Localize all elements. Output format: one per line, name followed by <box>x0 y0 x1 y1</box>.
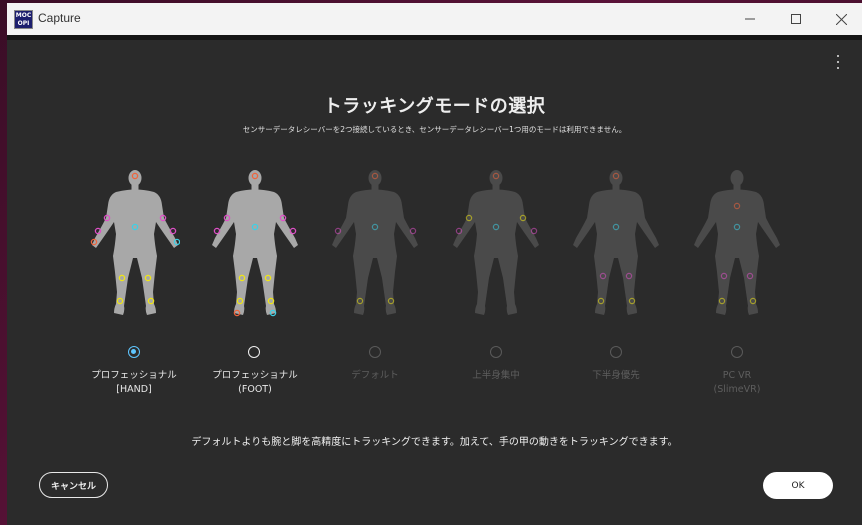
close-button[interactable] <box>818 3 862 35</box>
mode-figure-lower-body <box>571 168 661 318</box>
minimize-icon <box>745 18 755 20</box>
cancel-button[interactable]: キャンセル <box>39 472 108 498</box>
capture-window: MOC OPI Capture トラッキングモードの選択 センサーデータレシーバ… <box>7 3 862 525</box>
more-options-icon[interactable] <box>833 55 843 69</box>
mode-label-pcvr: PC VR (SlimeVR) <box>713 370 761 395</box>
mode-figure-default <box>330 168 420 318</box>
mode-radio-lower-body[interactable] <box>610 346 622 358</box>
app-logo-icon: MOC OPI <box>14 10 33 29</box>
mode-label-pro-foot: プロフェッショナル (FOOT) <box>212 370 298 395</box>
mode-figure-pro-hand <box>90 168 180 318</box>
mode-radio-pro-hand[interactable] <box>128 346 140 358</box>
mode-radio-pro-foot[interactable] <box>248 346 260 358</box>
ok-button[interactable]: OK <box>763 472 833 499</box>
minimize-button[interactable] <box>727 3 773 35</box>
close-icon <box>835 13 847 25</box>
mode-label-pro-hand: プロフェッショナル [HAND] <box>91 370 177 395</box>
maximize-button[interactable] <box>773 3 819 35</box>
mode-label-default: デフォルト <box>351 370 399 381</box>
top-strip <box>7 35 862 40</box>
mode-description: デフォルトよりも腕と脚を高精度にトラッキングできます。加えて、手の甲の動きをトラ… <box>191 437 678 448</box>
dialog-heading: トラッキングモードの選択 <box>323 96 546 117</box>
title-bar: MOC OPI Capture <box>7 3 862 35</box>
dialog-subheading: センサーデータレシーバーを2つ接続しているとき、センサーデータレシーバー1つ用の… <box>242 125 627 134</box>
mode-label-upper-body: 上半身集中 <box>472 370 520 381</box>
window-title: Capture <box>38 11 81 25</box>
mode-figure-upper-body <box>451 168 541 318</box>
mode-radio-pcvr[interactable] <box>731 346 743 358</box>
mode-radio-default[interactable] <box>369 346 381 358</box>
mode-figure-pcvr <box>692 168 782 318</box>
mode-figure-pro-foot <box>210 168 300 318</box>
mode-radio-upper-body[interactable] <box>490 346 502 358</box>
mode-label-lower-body: 下半身優先 <box>592 370 640 381</box>
maximize-icon <box>791 14 801 24</box>
